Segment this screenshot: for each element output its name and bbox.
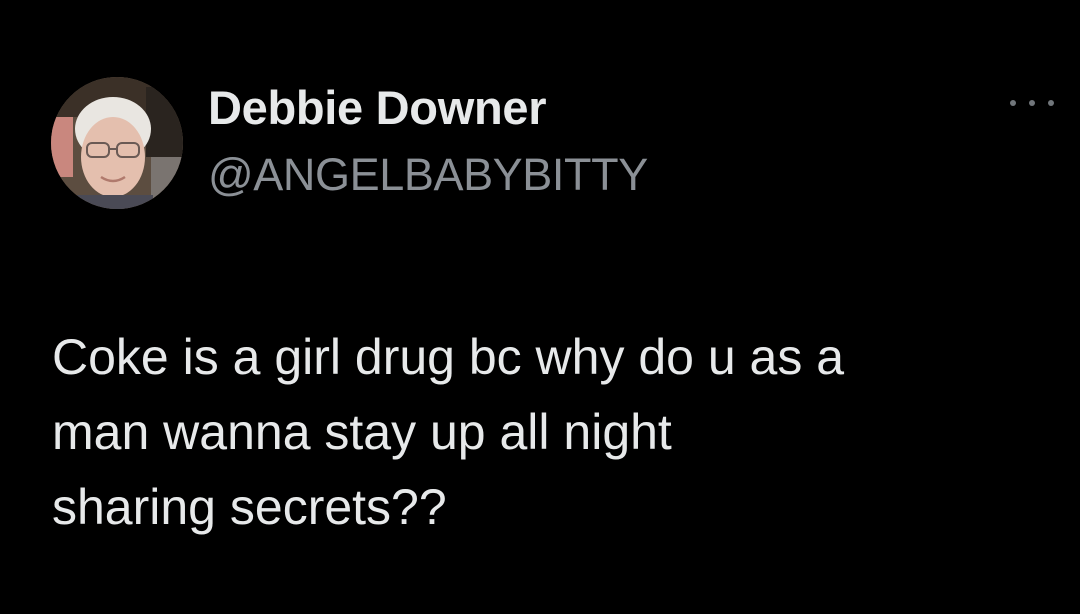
tweet-text: Coke is a girl drug bc why do u as a man… [52,320,1062,545]
author-handle[interactable]: @ANGELBABYBITTY [208,149,648,201]
tweet-card: Debbie Downer @ANGELBABYBITTY Coke is a … [0,0,1080,614]
more-dot [1029,100,1035,106]
tweet-text-line: Coke is a girl drug bc why do u as a [52,329,845,385]
tweet-text-line: sharing secrets?? [52,479,447,535]
avatar-photo [51,77,183,209]
tweet-text-line: man wanna stay up all night [52,404,672,460]
more-options-icon[interactable] [1010,92,1054,114]
more-dot [1048,100,1054,106]
more-dot [1010,100,1016,106]
author-display-name[interactable]: Debbie Downer [208,80,547,135]
avatar[interactable] [51,77,183,209]
